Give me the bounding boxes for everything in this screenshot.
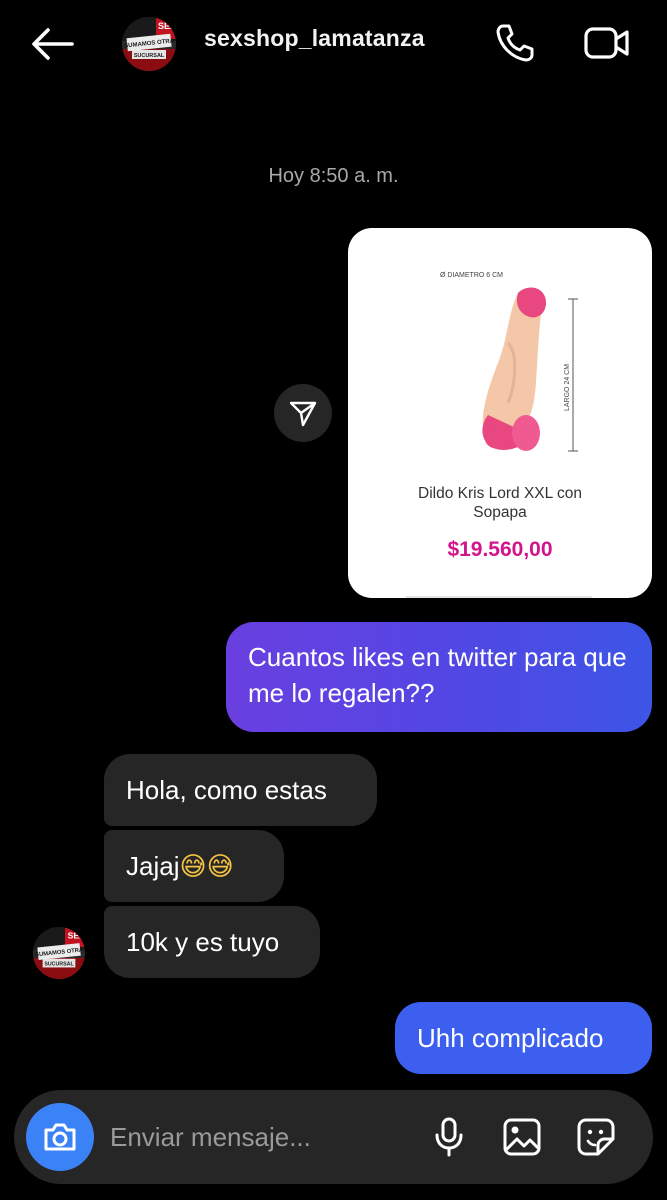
microphone-icon	[435, 1117, 463, 1157]
received-message[interactable]: Jajaj😅😅	[104, 830, 284, 902]
camera-button[interactable]	[26, 1103, 94, 1171]
message-input[interactable]	[110, 1114, 410, 1160]
voice-message-button[interactable]	[426, 1114, 472, 1160]
product-name: Dildo Kris Lord XXL con Sopapa	[418, 485, 582, 521]
paper-plane-icon	[289, 401, 317, 427]
sent-message[interactable]: Cuantos likes en twitter para que me lo …	[226, 622, 652, 732]
divider	[406, 596, 592, 598]
svg-text:Ø DIAMETRO 6 CM: Ø DIAMETRO 6 CM	[440, 272, 503, 279]
svg-text:SUCURSAL: SUCURSAL	[134, 53, 165, 59]
sticker-button[interactable]	[572, 1114, 620, 1160]
svg-text:LARGO 24 CM: LARGO 24 CM	[564, 364, 571, 411]
product-image: Ø DIAMETRO 6 CM LARGO 24 CM	[440, 272, 578, 452]
call-button[interactable]	[492, 20, 538, 66]
product-price: $19.560,00	[447, 538, 553, 561]
storefront-sign-image: SUMAMOS OTRA SUCURSAL SEX	[124, 21, 176, 59]
back-button[interactable]	[26, 22, 78, 66]
message-text: Jajaj	[126, 851, 180, 881]
svg-text:SEX: SEX	[68, 931, 85, 941]
video-call-button[interactable]	[580, 20, 634, 66]
sticker-icon	[577, 1118, 615, 1156]
sweat-smile-emoji: 😅😅	[179, 852, 234, 882]
image-icon	[503, 1118, 541, 1156]
conversation-timestamp: Hoy 8:50 a. m.	[268, 165, 399, 187]
arrow-left-icon	[32, 28, 74, 60]
phone-icon	[496, 24, 534, 62]
camera-icon	[44, 1123, 76, 1151]
storefront-sign-image: SUMAMOS OTRA SUCURSAL SEX	[35, 931, 85, 968]
chat-header: SUMAMOS OTRA SUCURSAL SEX sexshop_lamata…	[0, 0, 667, 90]
svg-text:SEX: SEX	[158, 21, 176, 31]
received-message[interactable]: Hola, como estas	[104, 754, 377, 826]
chat-username[interactable]: sexshop_lamatanza	[204, 25, 425, 52]
svg-text:SUCURSAL: SUCURSAL	[44, 962, 74, 968]
profile-avatar[interactable]: SUMAMOS OTRA SUCURSAL SEX	[122, 17, 176, 71]
shared-product-post[interactable]: Ø DIAMETRO 6 CM LARGO 24 CM Dildo Kris L…	[348, 228, 652, 598]
gallery-button[interactable]	[498, 1114, 546, 1160]
sender-avatar[interactable]: SUMAMOS OTRA SUCURSAL SEX	[33, 927, 85, 979]
message-composer	[14, 1090, 653, 1184]
received-message[interactable]: 10k y es tuyo	[104, 906, 320, 978]
share-button[interactable]	[274, 384, 332, 442]
sent-message[interactable]: Uhh complicado	[395, 1002, 652, 1074]
video-camera-icon	[584, 27, 629, 59]
